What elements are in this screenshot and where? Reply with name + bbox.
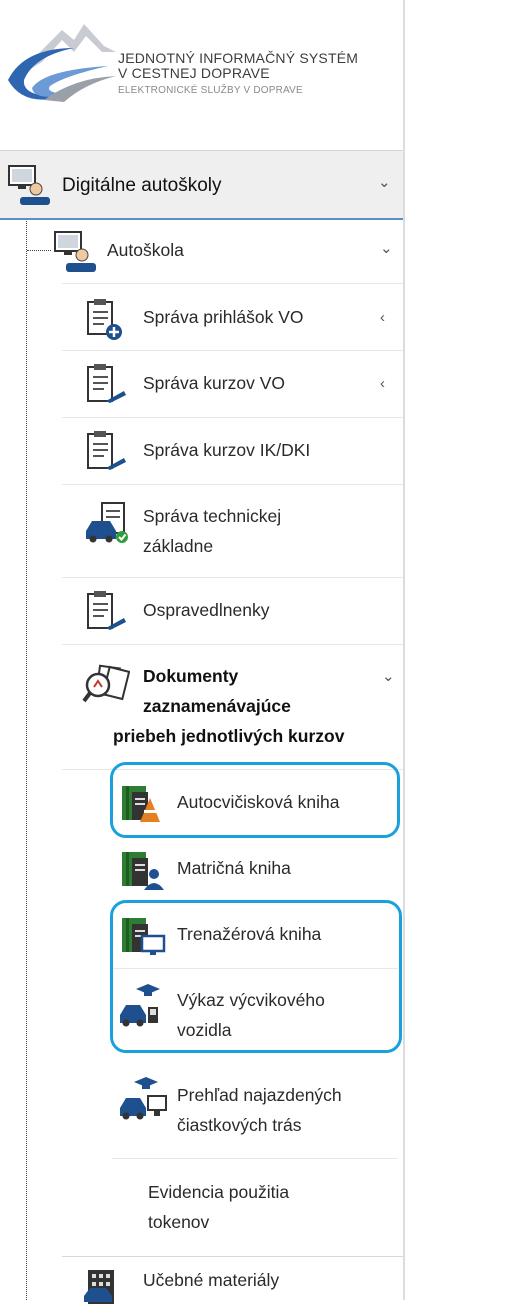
mountain-logo-icon <box>8 24 116 102</box>
menu-label: Správa kurzov IK/DKI <box>143 440 311 460</box>
menu-sprava-kurzov-ik-dki[interactable]: Správa kurzov IK/DKI <box>62 418 403 484</box>
menu-label: Matričná kniha <box>177 858 291 878</box>
logo-title-line1: JEDNOTNÝ INFORMAČNÝ SYSTÉM <box>118 50 359 66</box>
content-area <box>405 0 529 1300</box>
chevron-down-icon[interactable]: ⌄ <box>378 175 391 190</box>
menu-sprava-technickej-zakladne[interactable]: Správa technickej základne <box>62 485 403 577</box>
chevron-down-icon[interactable]: ⌄ <box>382 669 395 684</box>
highlight-box-autocviciskova <box>110 762 400 838</box>
building-icon <box>84 1270 114 1304</box>
menu-label: Správa kurzov VO <box>143 373 285 393</box>
instructor-computer-icon <box>54 231 96 272</box>
clipboard-icon <box>87 364 126 403</box>
clipboard-icon <box>87 591 126 630</box>
menu-label-line2: čiastkových trás <box>177 1115 302 1135</box>
menu-label-line1: Dokumenty <box>143 666 239 686</box>
highlight-box-trenazerova-vykaz <box>110 900 402 1053</box>
menu-sprava-kurzov-vo[interactable]: Správa kurzov VO ‹ <box>62 351 403 417</box>
menu-label: Učebné materiály <box>143 1270 280 1290</box>
chevron-left-icon[interactable]: ‹ <box>380 310 385 325</box>
menu-label-line2: tokenov <box>148 1212 210 1232</box>
chevron-left-icon[interactable]: ‹ <box>380 376 385 391</box>
book-person-icon <box>122 852 164 890</box>
menu-label-digitalne-autoskoly: Digitálne autoškoly <box>62 175 222 196</box>
menu-label-line3: priebeh jednotlivých kurzov <box>113 726 345 746</box>
menu-label-line1: Prehľad najazdených <box>177 1085 342 1105</box>
menu-label-autoskola: Autoškola <box>107 240 184 260</box>
logo-title-line2: V CESTNEJ DOPRAVE <box>118 65 270 82</box>
menu-dokumenty-zaznamenavajuce[interactable]: Dokumenty zaznamenávajúce priebeh jednot… <box>62 645 403 769</box>
logo-subtitle: ELEKTRONICKÉ SLUŽBY V DOPRAVE <box>118 84 303 96</box>
tree-line <box>26 221 27 1300</box>
menu-digitalne-autoskoly[interactable]: Digitálne autoškoly ⌄ <box>0 150 403 220</box>
menu-autoskola[interactable]: Autoškola ⌄ <box>52 221 403 283</box>
menu-ucebne-materialy[interactable]: Učebné materiály <box>62 1258 403 1304</box>
separator <box>62 1256 403 1257</box>
instructor-computer-icon <box>8 165 50 205</box>
menu-label-line2: základne <box>143 536 214 556</box>
menu-label: Správa prihlášok VO <box>143 307 304 327</box>
app-logo[interactable]: JEDNOTNÝ INFORMAČNÝ SYSTÉM V CESTNEJ DOP… <box>0 0 403 150</box>
document-magnifier-icon <box>82 664 130 703</box>
menu-matricna-kniha[interactable]: Matričná kniha <box>112 836 398 902</box>
menu-label-line2: zaznamenávajúce <box>143 696 291 716</box>
car-document-icon <box>86 502 128 543</box>
clipboard-add-icon <box>87 299 122 340</box>
chevron-down-icon[interactable]: ⌄ <box>380 241 393 256</box>
menu-evidencia-pouzitia-tokenov[interactable]: Evidencia použitia tokenov <box>112 1159 398 1245</box>
menu-label-line1: Evidencia použitia <box>148 1182 290 1202</box>
car-graduate-computer-icon <box>120 1077 167 1120</box>
tree-branch <box>27 250 51 251</box>
menu-prehlad-najazdenych-tras[interactable]: Prehľad najazdených čiastkových trás <box>112 1060 398 1156</box>
menu-sprava-prihlasok-vo[interactable]: Správa prihlášok VO ‹ <box>62 284 403 350</box>
menu-label: Ospravedlnenky <box>143 600 270 620</box>
menu-ospravedlnenky[interactable]: Ospravedlnenky <box>62 578 403 644</box>
menu-label-line1: Správa technickej <box>143 506 282 526</box>
clipboard-icon <box>87 431 126 470</box>
